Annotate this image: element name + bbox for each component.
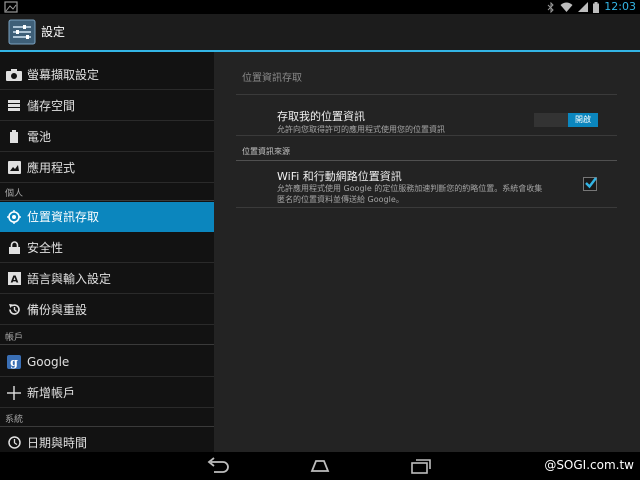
section-header-sources: 位置資訊來源: [242, 147, 290, 156]
section-header-personal: 個人: [5, 189, 24, 199]
bluetooth-icon: [547, 1, 555, 13]
settings-icon[interactable]: [8, 19, 36, 45]
action-bar: 設定: [0, 14, 640, 50]
checkmark-icon: [585, 177, 597, 189]
title-divider: [236, 94, 617, 95]
svg-text:g: g: [10, 356, 18, 369]
keyboard-icon: A: [1, 264, 27, 294]
sidebar-item-language[interactable]: A 語言與輸入設定: [0, 264, 214, 294]
svg-text:A: A: [10, 275, 18, 286]
section-divider: [236, 160, 617, 161]
apps-icon: [1, 153, 27, 183]
home-icon[interactable]: [307, 456, 333, 476]
setting-title: WiFi 和行動網路位置資訊: [277, 170, 402, 183]
sidebar-item-label: 語言與輸入設定: [27, 272, 112, 286]
clock-icon: [1, 428, 27, 453]
location-settings-panel: 位置資訊存取 存取我的位置資訊 允許向您取得許可的應用程式使用您的位置資訊 開啟…: [214, 52, 640, 452]
setting-summary: 允許向您取得許可的應用程式使用您的位置資訊: [277, 125, 445, 134]
sidebar-item-label: 儲存空間: [27, 99, 76, 113]
image-icon: [4, 1, 18, 13]
sidebar-item-label: 電池: [27, 130, 52, 144]
clock: 12:03: [604, 0, 636, 13]
section-divider: [0, 200, 214, 201]
sidebar-item-label: 備份與重設: [27, 303, 88, 317]
location-access-toggle[interactable]: 開啟: [534, 113, 598, 127]
sidebar-item-security[interactable]: 安全性: [0, 233, 214, 263]
sidebar-item-backup[interactable]: 備份與重設: [0, 295, 214, 325]
section-header-accounts: 帳戶: [5, 333, 24, 343]
row-divider: [236, 207, 617, 208]
row-divider: [236, 135, 617, 136]
sidebar-item-date-time[interactable]: 日期與時間: [0, 428, 214, 452]
section-divider: [0, 426, 214, 427]
sidebar-item-add-account[interactable]: 新增帳戶: [0, 378, 214, 408]
setting-summary-line: 匿名的位置資料並傳送給 Google。: [277, 195, 404, 204]
storage-icon: [1, 91, 27, 121]
sidebar-item-battery[interactable]: 電池: [0, 122, 214, 152]
back-icon[interactable]: [205, 456, 231, 476]
backup-icon: [1, 295, 27, 325]
google-icon: g: [1, 347, 27, 377]
plus-icon: [1, 378, 27, 408]
sidebar-item-apps[interactable]: 應用程式: [0, 153, 214, 183]
camera-icon: [1, 60, 27, 90]
page-title: 設定: [41, 25, 66, 39]
signal-icon: [578, 2, 589, 12]
toggle-on-label: 開啟: [568, 113, 598, 127]
location-icon: [1, 202, 27, 232]
wifi-location-checkbox[interactable]: [583, 177, 597, 191]
sidebar-item-label: 日期與時間: [27, 436, 88, 450]
sidebar-item-location[interactable]: 位置資訊存取: [0, 202, 214, 232]
battery-icon: [1, 122, 27, 152]
sidebar-item-label: 螢幕擷取設定: [27, 68, 100, 82]
sidebar-item-google[interactable]: g Google: [0, 347, 214, 377]
lock-icon: [1, 233, 27, 263]
sidebar-item-label: 應用程式: [27, 161, 76, 175]
setting-summary-line: 允許應用程式使用 Google 的定位服務加速判斷您的約略位置。系統會收集: [277, 184, 543, 193]
sidebar-item-storage[interactable]: 儲存空間: [0, 91, 214, 121]
recent-apps-icon[interactable]: [408, 456, 434, 476]
wifi-icon: [560, 2, 573, 12]
sidebar-item-label: 安全性: [27, 241, 64, 255]
sidebar-item-label: 新增帳戶: [27, 386, 76, 400]
sidebar-item-label: 位置資訊存取: [27, 210, 100, 224]
section-header-system: 系統: [5, 415, 24, 425]
panel-title: 位置資訊存取: [242, 73, 302, 84]
section-divider: [0, 344, 214, 345]
sidebar-item-label: Google: [27, 354, 70, 369]
status-bar: 12:03: [0, 0, 640, 14]
sidebar-item-screen-capture[interactable]: 螢幕擷取設定: [0, 60, 214, 90]
setting-title: 存取我的位置資訊: [277, 110, 365, 123]
settings-sidebar: 螢幕擷取設定 儲存空間 電池 應用程式 個人 位置資訊存取 安全性 A 語言與輸…: [0, 52, 214, 452]
battery-icon: [593, 1, 600, 13]
watermark: @SOGI.com.tw: [544, 458, 634, 472]
